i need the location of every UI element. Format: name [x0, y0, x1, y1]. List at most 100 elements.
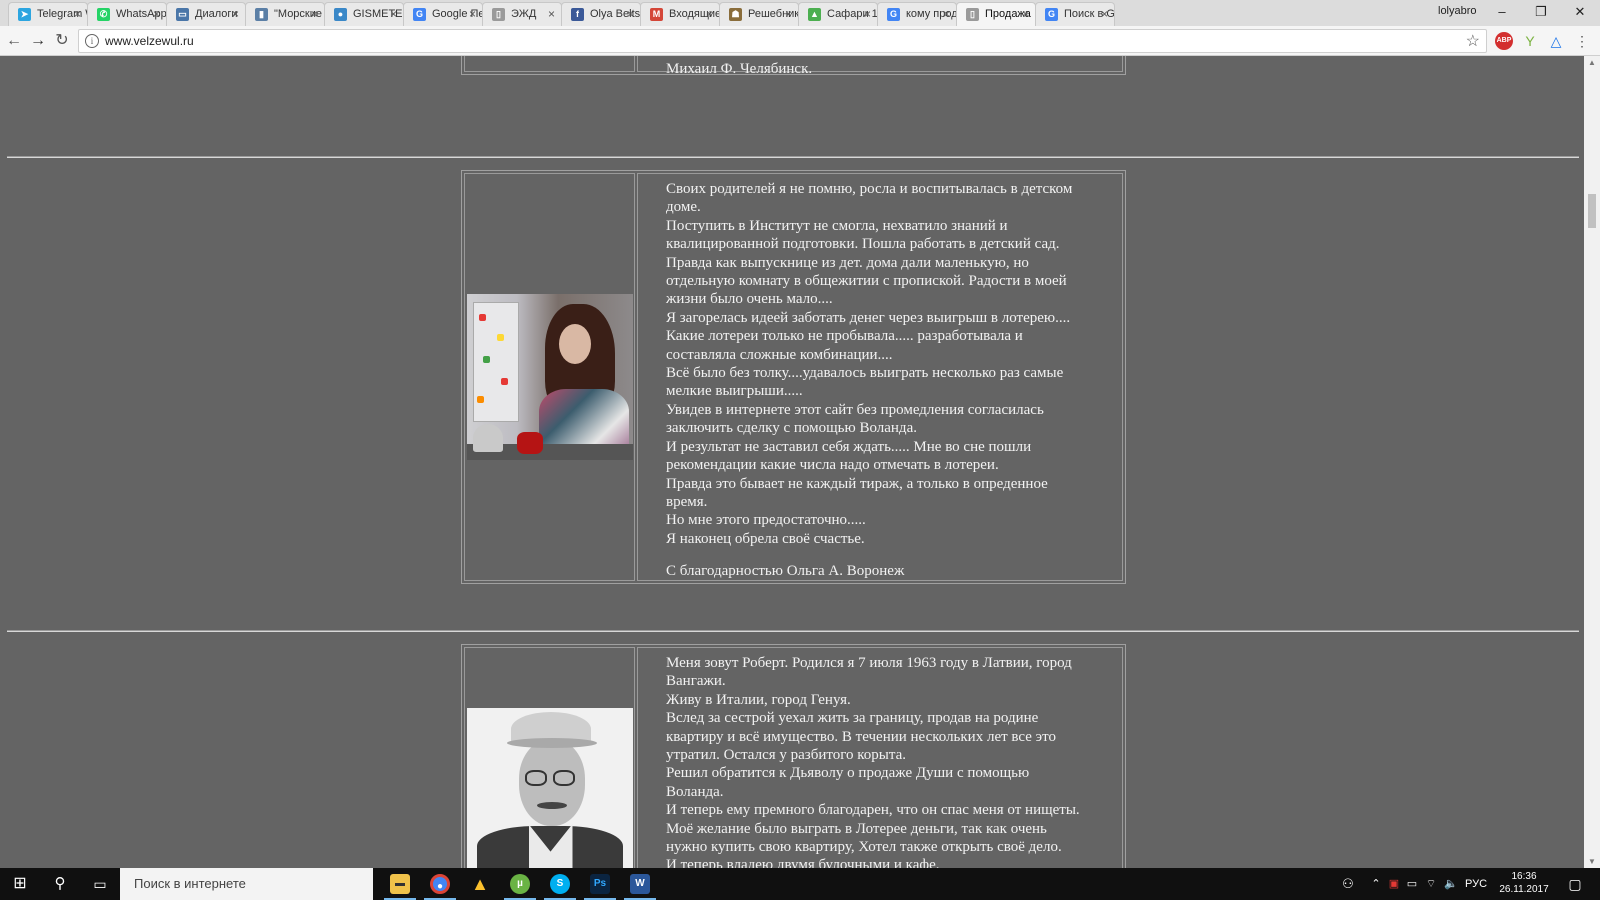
tab-7[interactable]: f Olya Belts ×	[561, 2, 641, 26]
task-view-icon[interactable]: ▭	[80, 868, 120, 900]
notifications-icon[interactable]: ▢	[1560, 868, 1590, 900]
tab-4[interactable]: ●GISMETEO×	[324, 2, 404, 26]
info-icon[interactable]: i	[85, 34, 99, 48]
minimize-button[interactable]: –	[1482, 0, 1522, 26]
tab-favicon-icon: ●	[334, 8, 347, 21]
tab-close-icon[interactable]: ×	[627, 3, 634, 25]
people-icon[interactable]: ⚇	[1336, 868, 1360, 900]
testimonial-text: Своих родителей я не помню, росла и восп…	[637, 173, 1123, 581]
word-icon[interactable]: W	[620, 868, 660, 900]
testimonial-line: составляла сложные комбинации....	[666, 346, 893, 363]
page-viewport: Михаил Ф. Челябинск. Своих родителей я н…	[0, 56, 1584, 868]
testimonial-line: Вслед за сестрой уехал жить за границу, …	[666, 710, 1039, 727]
testimonial-text: Михаил Ф. Челябинск.	[637, 56, 1123, 77]
testimonial-line: Какие лотереи только не пробывала..... р…	[666, 328, 1023, 345]
search-icon[interactable]: ⚲	[40, 868, 80, 900]
testimonial-box: Михаил Ф. Челябинск.	[461, 56, 1126, 77]
tab-favicon-icon: ✆	[97, 8, 110, 21]
tab-close-icon[interactable]: ×	[1101, 3, 1108, 25]
tab-5[interactable]: G Google Пе ×	[403, 2, 483, 26]
testimonial-line: Я наконец обрела своё счастье.	[666, 530, 865, 547]
testimonial-line: И результат не заставил себя ждать..... …	[666, 438, 1032, 455]
wifi-icon[interactable]: ⌔	[1422, 868, 1440, 900]
back-arrow-icon[interactable]: ←	[3, 30, 25, 52]
tab-6[interactable]: ▯ ЭЖД ×	[482, 2, 562, 26]
tab-close-icon[interactable]: ×	[469, 3, 476, 25]
tab-13[interactable]: G Поиск в G ×	[1035, 2, 1115, 26]
tab-0[interactable]: ➤Telegram W×	[8, 2, 88, 26]
tab-label: ЭЖД	[511, 8, 537, 20]
scroll-up-icon[interactable]: ▲	[1584, 58, 1600, 67]
utorrent-icon[interactable]: µ	[500, 868, 540, 900]
testimonial-line: жизни было очень мало....	[666, 291, 833, 308]
tab-close-icon[interactable]: ×	[74, 3, 81, 25]
tab-close-icon[interactable]: ×	[311, 3, 318, 25]
drive-extension-icon[interactable]: △	[1547, 32, 1565, 50]
tab-favicon-icon: ▮	[255, 8, 268, 21]
tab-close-icon[interactable]: ×	[943, 3, 950, 25]
reload-icon[interactable]: ↻	[51, 30, 73, 52]
file-explorer-icon[interactable]: ▬	[380, 868, 420, 900]
tab-close-icon[interactable]: ×	[785, 3, 792, 25]
antivirus-icon[interactable]: ▣	[1386, 868, 1402, 900]
scroll-down-icon[interactable]: ▼	[1584, 857, 1600, 866]
tab-11[interactable]: Gкому прод ×	[877, 2, 957, 26]
tab-10[interactable]: ▲ Сафари 1 ×	[798, 2, 878, 26]
taskbar-search-input[interactable]: Поиск в интернете	[120, 868, 373, 900]
tab-12[interactable]: ▯ Продажа ×	[956, 2, 1036, 26]
testimonial-line: рекомендации какие числа надо отмечать в…	[666, 457, 999, 474]
taskbar-clock[interactable]: 16:36 26.11.2017	[1492, 870, 1556, 896]
testimonial-line: Правда как выпускнице из дет. дома дали …	[666, 254, 1029, 271]
tab-favicon-icon: f	[571, 8, 584, 21]
profile-name[interactable]: lolyabro	[1438, 5, 1477, 17]
tab-9[interactable]: ☗ Решебник ×	[719, 2, 799, 26]
tab-favicon-icon: ▭	[176, 8, 189, 21]
testimonial-box: Меня зовут Роберт. Родился я 7 июля 1963…	[461, 644, 1126, 868]
url-field[interactable]: i www.velzewul.ru ☆	[78, 29, 1487, 53]
testimonial-line: квартиру и всё имущество. В течении неск…	[666, 728, 1056, 745]
battery-icon[interactable]: ▭	[1404, 868, 1420, 900]
windows-start-icon[interactable]: ⊞	[0, 868, 40, 900]
tab-close-icon[interactable]: ×	[390, 3, 397, 25]
testimonial-line: квалицированной подготовки. Пошла работа…	[666, 236, 1060, 253]
testimonial-line: нужно купить свою квартиру, Хотел также …	[666, 839, 1062, 856]
photo-cell	[464, 647, 635, 868]
tab-close-icon[interactable]: ×	[706, 3, 713, 25]
testimonial-line: Поступить в Институт не смогла, нехватил…	[666, 217, 1008, 234]
url-text[interactable]: www.velzewul.ru	[105, 34, 194, 48]
extension-icon[interactable]: Y	[1521, 32, 1539, 50]
tab-close-icon[interactable]: ×	[548, 3, 555, 25]
tab-2[interactable]: ▭ Диалоги ×	[166, 2, 246, 26]
tab-3[interactable]: ▮ "Морские ×	[245, 2, 325, 26]
testimonial-line: Живу в Италии, город Генуя.	[666, 691, 851, 708]
photoshop-icon[interactable]: Ps	[580, 868, 620, 900]
language-indicator[interactable]: РУС	[1462, 868, 1490, 900]
tab-1[interactable]: ✆ WhatsApp ×	[87, 2, 167, 26]
chrome-icon[interactable]: ●	[420, 868, 460, 900]
taskbar: ⊞ ⚲ ▭ Поиск в интернете ▬ ● ▲ µ S Ps W ⚇…	[0, 868, 1600, 900]
forward-arrow-icon[interactable]: →	[27, 30, 49, 52]
maximize-button[interactable]: ❐	[1521, 0, 1561, 26]
testimonial-box: Своих родителей я не помню, росла и восп…	[461, 170, 1126, 584]
volume-icon[interactable]: 🔈	[1442, 868, 1460, 900]
tab-close-icon[interactable]: ×	[864, 3, 871, 25]
tab-close-icon[interactable]: ×	[232, 3, 239, 25]
testimonial-line: заключить сделку с помощью Воланда.	[666, 420, 917, 437]
clock-date: 26.11.2017	[1499, 884, 1549, 895]
scrollbar-thumb[interactable]	[1588, 194, 1596, 228]
tab-8[interactable]: M Входящие ×	[640, 2, 720, 26]
tab-close-icon[interactable]: ×	[153, 3, 160, 25]
testimonial-line: Увидев в интернете этот сайт без промедл…	[666, 401, 1044, 418]
vertical-scrollbar[interactable]: ▲ ▼	[1584, 56, 1600, 868]
show-hidden-icons-icon[interactable]: ⌃	[1368, 868, 1384, 900]
close-window-button[interactable]: ✕	[1560, 0, 1600, 26]
tab-close-icon[interactable]: ×	[1022, 3, 1029, 25]
testimonial-photo	[466, 708, 633, 868]
menu-icon[interactable]: ⋮	[1573, 32, 1591, 50]
tab-favicon-icon: G	[1045, 8, 1058, 21]
tab-strip: lolyabro – ❐ ✕ ➤Telegram W×✆WhatsApp×▭Ди…	[0, 0, 1600, 26]
google-drive-icon[interactable]: ▲	[460, 868, 500, 900]
bookmark-star-icon[interactable]: ☆	[1466, 31, 1480, 51]
adblock-icon[interactable]: ABP	[1495, 32, 1513, 50]
skype-icon[interactable]: S	[540, 868, 580, 900]
